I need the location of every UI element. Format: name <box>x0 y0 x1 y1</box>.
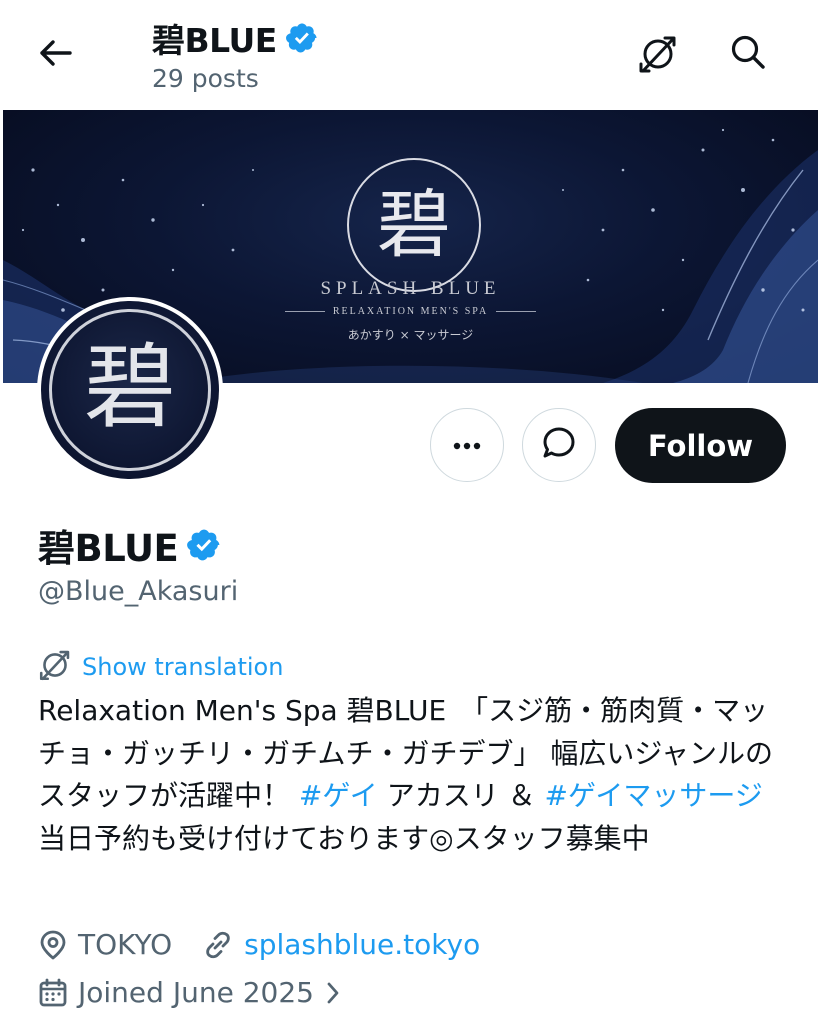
calendar-icon <box>38 978 68 1008</box>
verified-badge-icon[interactable] <box>285 21 319 55</box>
location-pin-icon <box>38 929 68 961</box>
back-button[interactable] <box>30 30 80 80</box>
message-button[interactable] <box>522 408 596 482</box>
message-icon <box>541 425 577 465</box>
joined-date: Joined June 2025 <box>78 976 314 1009</box>
top-bar: 碧BLUE 29 posts <box>0 0 818 108</box>
search-icon <box>729 33 767 75</box>
divider <box>496 311 537 312</box>
translate-icon <box>38 648 72 686</box>
profile-meta-row: TOKYO splashblue.tokyo <box>38 928 510 961</box>
chevron-right-icon <box>324 980 342 1006</box>
website[interactable]: splashblue.tokyo <box>202 928 480 961</box>
header-title-row: 碧BLUE <box>152 14 319 62</box>
profile-handle: @Blue_Akasuri <box>38 576 239 607</box>
avatar-ring: 碧 <box>49 309 211 471</box>
link-icon <box>202 929 234 961</box>
translate-icon <box>637 33 679 79</box>
translate-button[interactable] <box>632 30 684 82</box>
banner-tagline: RELAXATION MEN'S SPA <box>332 306 489 317</box>
divider <box>284 311 325 312</box>
more-button[interactable] <box>430 408 504 482</box>
bio-text: 当日予約も受け付けております◎スタッフ募集中 <box>38 821 650 855</box>
more-icon <box>452 436 482 455</box>
follow-button[interactable]: Follow <box>615 408 786 483</box>
show-translation-label: Show translation <box>82 653 284 681</box>
avatar-char: 碧 <box>83 334 176 441</box>
arrow-left-icon <box>37 38 73 72</box>
hashtag-link[interactable]: #ゲイマッサージ <box>545 779 763 812</box>
post-count: 29 posts <box>152 64 259 93</box>
profile-name-row: 碧BLUE <box>38 518 222 572</box>
banner-logo-char: 碧 <box>377 182 451 268</box>
website-link[interactable]: splashblue.tokyo <box>244 928 480 961</box>
header-title: 碧BLUE <box>152 21 277 60</box>
show-translation-link[interactable]: Show translation <box>38 648 283 686</box>
search-button[interactable] <box>722 28 774 80</box>
location-label: TOKYO <box>78 928 173 961</box>
bio-text: アカスリ ＆ <box>377 779 545 812</box>
location: TOKYO <box>38 928 172 961</box>
hashtag-link[interactable]: #ゲイ <box>299 779 378 812</box>
avatar[interactable]: 碧 <box>37 297 223 483</box>
banner-logo: 碧 <box>347 158 481 292</box>
joined-row[interactable]: Joined June 2025 <box>38 976 342 1009</box>
profile-bio: Relaxation Men's Spa 碧BLUE 「スジ筋・筋肉質・マッチョ… <box>38 690 786 860</box>
avatar-image: 碧 <box>41 301 219 479</box>
verified-badge-icon[interactable] <box>186 527 222 563</box>
profile-name: 碧BLUE <box>38 527 179 570</box>
